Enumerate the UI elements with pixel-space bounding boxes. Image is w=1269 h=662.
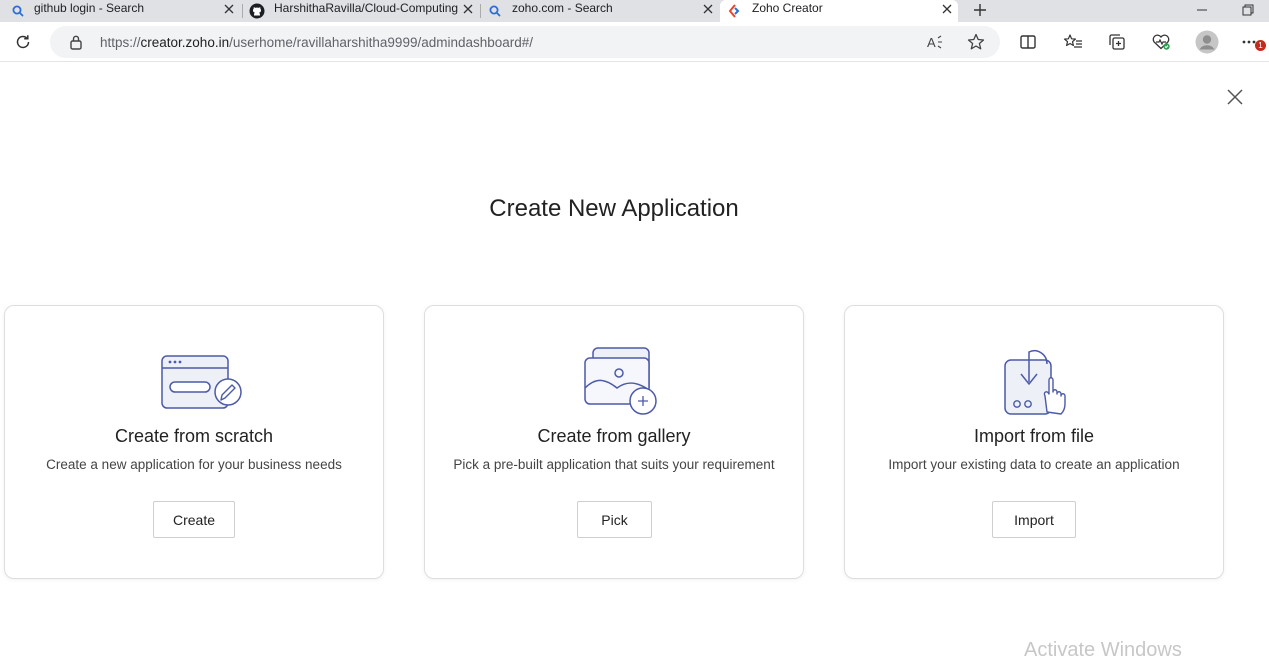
browser-toolbar: https://creator.zoho.in/userhome/ravilla…	[0, 22, 1269, 62]
url-prefix: https://	[100, 35, 141, 50]
card-title: Create from gallery	[537, 426, 691, 446]
url-text[interactable]: https://creator.zoho.in/userhome/ravilla…	[100, 35, 533, 50]
scratch-window-pencil-icon	[160, 352, 244, 424]
tab-github-login-search[interactable]: github login - Search	[0, 0, 242, 22]
address-bar[interactable]: https://creator.zoho.in/userhome/ravilla…	[50, 26, 1000, 58]
page-title: Create New Application	[489, 195, 739, 222]
card-title: Create from scratch	[114, 426, 274, 446]
card-description: Import your existing data to create an a…	[888, 457, 1180, 472]
create-button[interactable]: Create	[153, 501, 235, 538]
lock-icon[interactable]	[62, 28, 90, 56]
tab-zoho-search[interactable]: zoho.com - Search	[481, 0, 719, 22]
import-device-hand-icon	[1003, 346, 1087, 418]
pick-button[interactable]: Pick	[577, 501, 652, 538]
new-tab-button[interactable]	[968, 0, 992, 20]
tab-zoho-creator[interactable]: Zoho Creator	[720, 0, 958, 22]
tab-title: Zoho Creator	[752, 1, 823, 15]
read-aloud-icon[interactable]: A	[922, 28, 950, 56]
import-button[interactable]: Import	[992, 501, 1076, 538]
card-title: Import from file	[973, 426, 1095, 446]
favorites-list-icon[interactable]	[1059, 28, 1087, 56]
activate-windows-watermark: Activate Windows	[1024, 639, 1182, 661]
tab-close-icon[interactable]	[938, 0, 956, 18]
tab-title: github login - Search	[34, 1, 145, 15]
svg-text:A: A	[927, 35, 936, 50]
tab-close-icon[interactable]	[220, 0, 238, 18]
tab-close-icon[interactable]	[699, 0, 717, 18]
import-from-file-card[interactable]: Import from file Import your existing da…	[844, 305, 1224, 579]
tab-strip: github login - Search HarshithaRavilla/C…	[0, 0, 1269, 22]
search-icon	[487, 3, 503, 19]
github-icon	[249, 3, 265, 19]
card-description: Pick a pre-built application that suits …	[453, 457, 775, 472]
minimize-icon[interactable]	[1179, 0, 1225, 20]
close-dialog-icon[interactable]	[1222, 84, 1248, 110]
more-options-icon[interactable]: 1	[1238, 28, 1266, 56]
tab-github-repo[interactable]: HarshithaRavilla/Cloud-Computing	[243, 0, 480, 22]
search-icon	[10, 3, 26, 19]
refresh-icon[interactable]	[9, 28, 37, 56]
favorite-star-icon[interactable]	[962, 28, 990, 56]
create-from-scratch-card[interactable]: Create from scratch Create a new applica…	[4, 305, 384, 579]
gallery-images-icon	[583, 346, 667, 418]
avatar[interactable]	[1192, 27, 1222, 57]
url-host: creator.zoho.in	[140, 35, 230, 50]
split-screen-icon[interactable]	[1014, 28, 1042, 56]
notification-badge: 1	[1255, 40, 1266, 51]
restore-icon[interactable]	[1225, 0, 1269, 20]
tab-close-icon[interactable]	[459, 0, 477, 18]
create-from-gallery-card[interactable]: Create from gallery Pick a pre-built app…	[424, 305, 804, 579]
card-description: Create a new application for your busine…	[46, 457, 342, 472]
url-path: /userhome/ravillaharshitha9999/admindash…	[229, 35, 534, 50]
browser-essentials-icon[interactable]	[1147, 28, 1175, 56]
tab-title: zoho.com - Search	[512, 1, 613, 15]
tab-title: HarshithaRavilla/Cloud-Computing	[274, 1, 458, 15]
zoho-creator-icon	[727, 3, 743, 19]
collections-icon[interactable]	[1103, 28, 1131, 56]
